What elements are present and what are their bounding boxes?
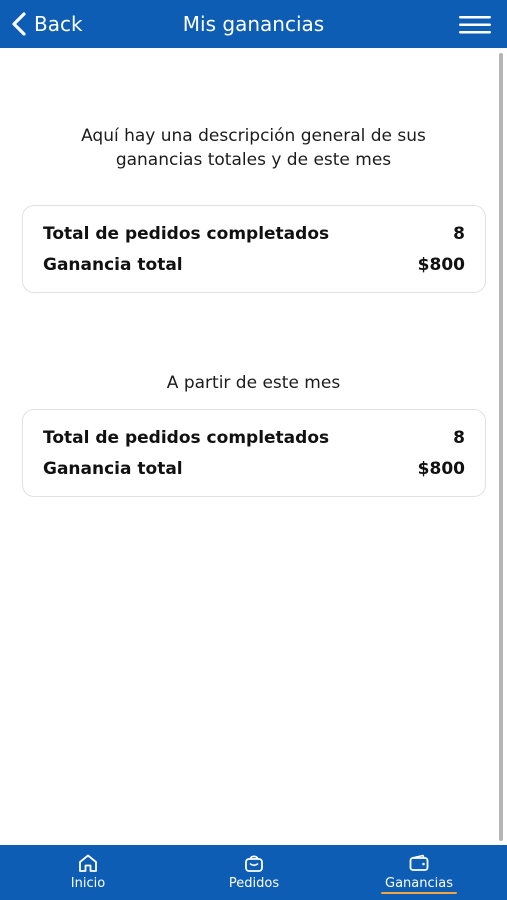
nav-item-pedidos[interactable]: Pedidos: [194, 845, 314, 900]
hamburger-menu-button[interactable]: [459, 14, 491, 36]
nav-item-ganancias[interactable]: Ganancias: [359, 845, 479, 900]
bottom-nav: Inicio Pedidos Ganancias: [0, 845, 507, 900]
total-earnings-value: $800: [417, 255, 465, 275]
month-orders-label: Total de pedidos completados: [43, 428, 330, 448]
top-bar: Back Mis ganancias: [0, 0, 507, 48]
nav-item-inicio[interactable]: Inicio: [28, 845, 148, 900]
month-earnings-label: Ganancia total: [43, 459, 183, 479]
month-earnings-value: $800: [417, 459, 465, 479]
total-orders-row: Total de pedidos completados 8: [43, 221, 465, 247]
month-orders-row: Total de pedidos completados 8: [43, 425, 465, 451]
earnings-content[interactable]: Aquí hay una descripción general de sus …: [0, 48, 507, 845]
active-tab-indicator: [381, 892, 457, 894]
total-earnings-row: Ganancia total $800: [43, 252, 465, 278]
total-earnings-label: Ganancia total: [43, 255, 183, 275]
totals-card: Total de pedidos completados 8 Ganancia …: [22, 205, 486, 293]
app-screen: Back Mis ganancias Aquí hay una descripc…: [0, 0, 507, 900]
nav-label-inicio: Inicio: [70, 876, 106, 891]
nav-label-pedidos: Pedidos: [228, 876, 280, 891]
total-orders-value: 8: [453, 224, 465, 244]
nav-label-ganancias: Ganancias: [385, 876, 453, 891]
intro-text: Aquí hay una descripción general de sus …: [81, 126, 426, 170]
home-icon: [79, 854, 97, 872]
page-title: Mis ganancias: [182, 12, 325, 36]
total-orders-label: Total de pedidos completados: [43, 224, 330, 244]
month-orders-value: 8: [453, 428, 465, 448]
scrollbar[interactable]: [499, 53, 503, 841]
month-section-title: A partir de este mes: [166, 373, 341, 393]
bag-icon: [245, 855, 263, 872]
month-card: Total de pedidos completados 8 Ganancia …: [22, 409, 486, 497]
menu-icon: [459, 16, 491, 34]
month-earnings-row: Ganancia total $800: [43, 456, 465, 482]
wallet-icon: [409, 854, 429, 871]
